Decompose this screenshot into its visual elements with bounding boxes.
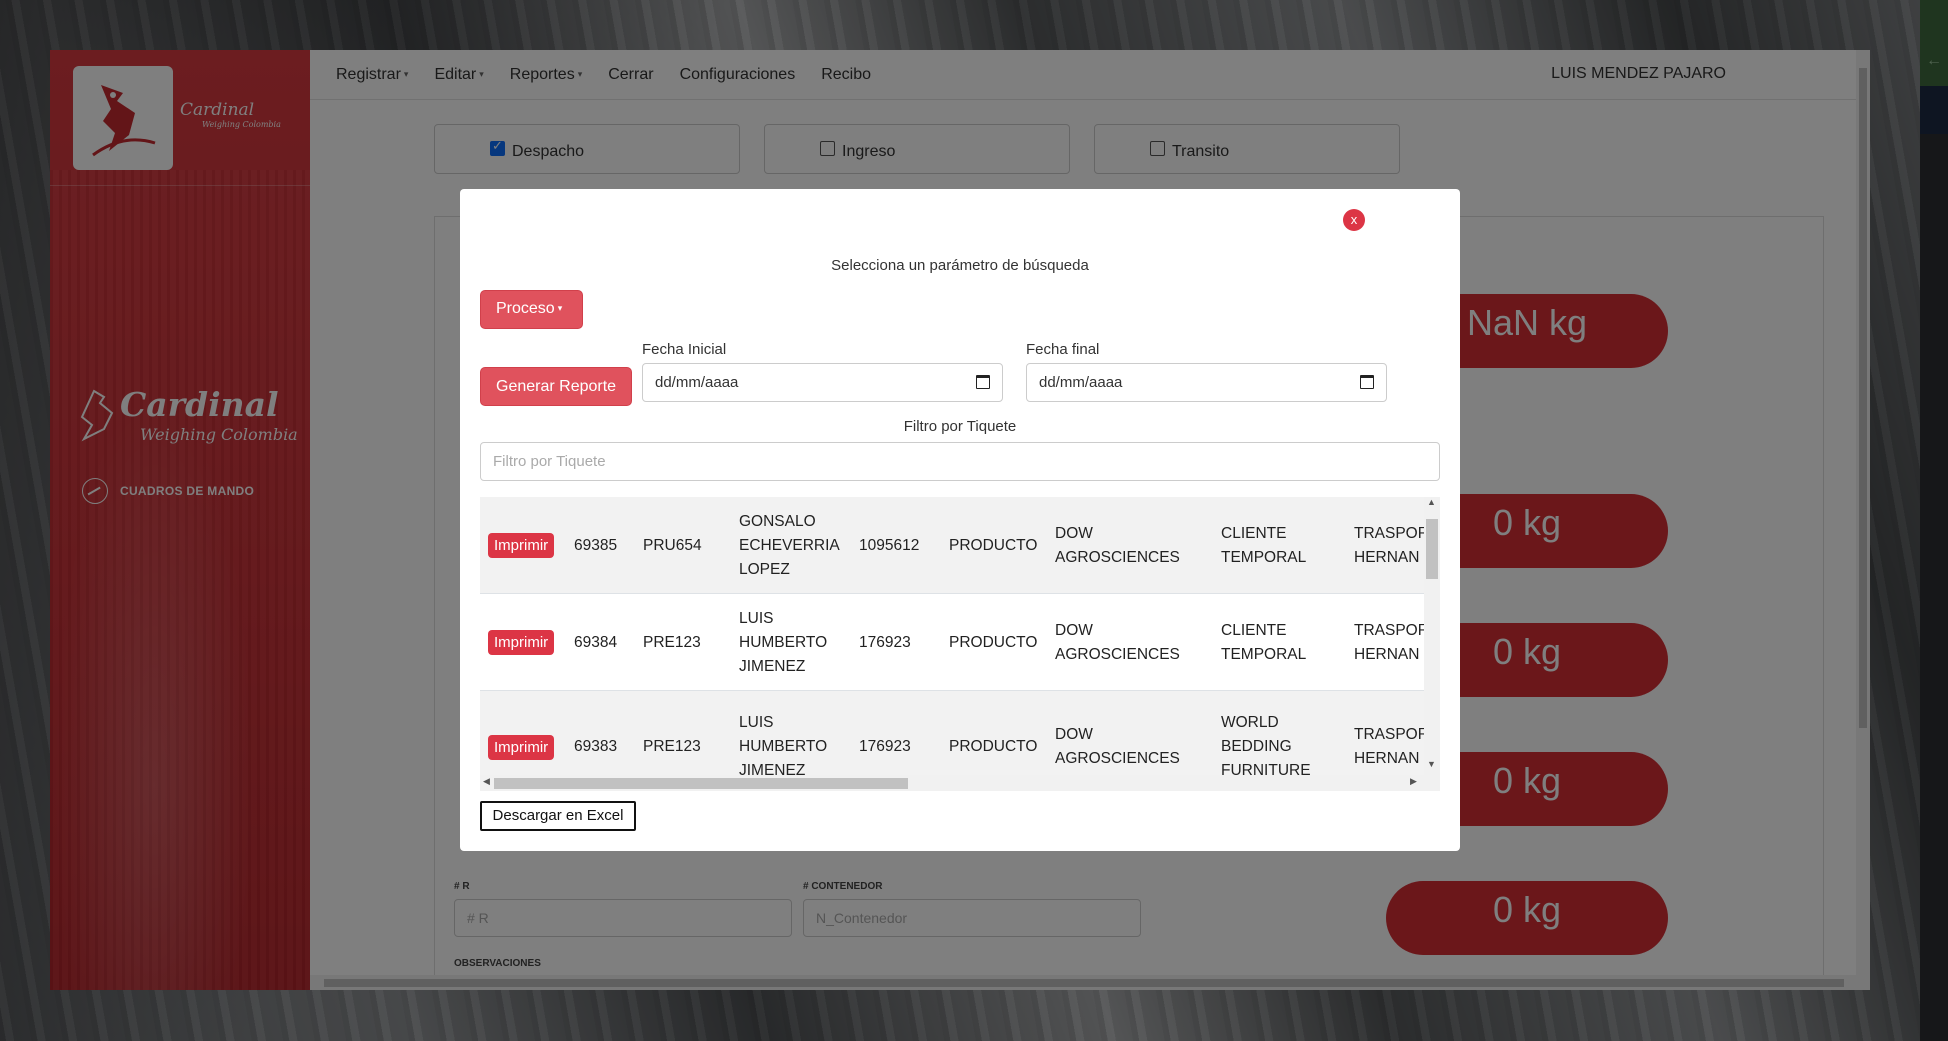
caret-down-icon: ▾ xyxy=(557,303,563,314)
cell-type: PRODUCTO xyxy=(949,536,1038,554)
table-row: Imprimir 69385 PRU654 GONSALO ECHEVERRIA… xyxy=(480,497,1429,594)
cell-ticket: 69384 xyxy=(574,633,618,651)
results-table: Imprimir 69385 PRU654 GONSALO ECHEVERRIA… xyxy=(480,497,1440,791)
cell-id: 1095612 xyxy=(859,536,920,554)
filter-label: Filtro por Tiquete xyxy=(903,418,1017,435)
close-button[interactable]: x xyxy=(1343,209,1365,231)
cell-plate: PRE123 xyxy=(643,633,701,651)
fecha-final-input[interactable]: dd/mm/aaaa xyxy=(1026,363,1387,402)
date-placeholder: dd/mm/aaaa xyxy=(655,374,739,391)
scroll-left-arrow-icon[interactable]: ◀ xyxy=(483,776,490,787)
scroll-up-arrow-icon[interactable]: ▲ xyxy=(1427,497,1436,507)
report-modal: x Selecciona un parámetro de búsqueda Pr… xyxy=(460,189,1460,851)
fecha-final-label: Fecha final xyxy=(1026,341,1100,358)
cell-ticket: 69385 xyxy=(574,536,618,554)
imprimir-button[interactable]: Imprimir xyxy=(488,533,555,558)
ticket-filter-input[interactable]: Filtro por Tiquete xyxy=(480,442,1440,481)
cell-id: 176923 xyxy=(859,633,911,651)
cell-company: DOW AGROSCIENCES xyxy=(1055,524,1180,566)
date-placeholder: dd/mm/aaaa xyxy=(1039,374,1123,391)
scrollbar-thumb[interactable] xyxy=(1426,519,1438,579)
scroll-right-arrow-icon[interactable]: ▶ xyxy=(1410,776,1417,787)
cell-type: PRODUCTO xyxy=(949,633,1038,651)
cell-company: DOW AGROSCIENCES xyxy=(1055,621,1180,663)
cell-client: CLIENTE TEMPORAL xyxy=(1221,621,1307,663)
scrollbar-thumb[interactable] xyxy=(494,778,908,789)
imprimir-button[interactable]: Imprimir xyxy=(488,630,555,655)
scroll-down-arrow-icon[interactable]: ▼ xyxy=(1427,759,1436,769)
imprimir-button[interactable]: Imprimir xyxy=(488,734,555,760)
calendar-icon[interactable] xyxy=(976,375,990,389)
generar-reporte-button[interactable]: Generar Reporte xyxy=(480,367,632,406)
cell-driver: GONSALO ECHEVERRIA LOPEZ xyxy=(739,512,839,578)
table-row: Imprimir 69384 PRE123 LUIS HUMBERTO JIME… xyxy=(480,594,1429,691)
fecha-inicial-label: Fecha Inicial xyxy=(642,341,727,358)
fecha-inicial-input[interactable]: dd/mm/aaaa xyxy=(642,363,1003,402)
table-horizontal-scrollbar[interactable]: ◀ ▶ xyxy=(480,775,1424,791)
button-label: Proceso xyxy=(496,300,555,317)
descargar-excel-button[interactable]: Descargar en Excel xyxy=(480,801,636,831)
cell-transport: TRASPOR HERNAN xyxy=(1354,524,1429,566)
table-vertical-scrollbar[interactable]: ▲ ▼ xyxy=(1424,497,1440,791)
cell-transport: TRASPOR HERNAN xyxy=(1354,621,1429,663)
cell-plate: PRU654 xyxy=(643,536,702,554)
cell-client: CLIENTE TEMPORAL xyxy=(1221,524,1307,566)
modal-title: Selecciona un parámetro de búsqueda xyxy=(831,257,1089,274)
cell-driver: LUIS HUMBERTO JIMENEZ xyxy=(739,609,828,675)
calendar-icon[interactable] xyxy=(1360,375,1374,389)
proceso-dropdown-button[interactable]: Proceso ▾ xyxy=(480,290,583,329)
